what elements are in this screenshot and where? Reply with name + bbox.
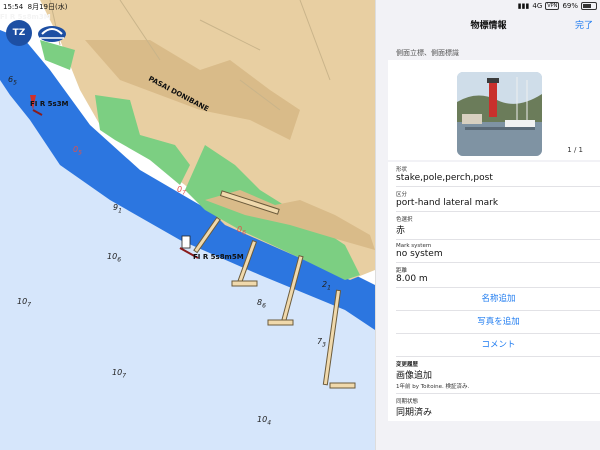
field-shape: 形状 stake,pole,perch,post [396, 162, 600, 187]
photo-counter: 1 / 1 [567, 146, 583, 154]
panel-title: 物標情報 [470, 21, 507, 31]
field-value: 8.00 m [396, 274, 428, 284]
battery-percent: 69% [562, 2, 578, 10]
field-label: Mark system [396, 243, 432, 249]
mark-photo[interactable] [457, 72, 542, 156]
field-history: 変更履歴 画像追加 1年前 by Toitoine. 検証済み. [396, 357, 600, 394]
done-button[interactable]: 完了 [575, 18, 593, 31]
field-mark-system: Mark system no system [396, 240, 600, 263]
depth-sounding: 91 [113, 203, 122, 215]
field-value: 同期済み [396, 408, 433, 418]
field-category: 区分 port-hand lateral mark [396, 187, 600, 212]
field-value: 赤 [396, 226, 406, 236]
depth-sounding: 21 [322, 280, 331, 292]
network-label: 4G [532, 2, 543, 10]
field-label: 形状 [396, 167, 408, 173]
field-label: 区分 [396, 192, 408, 198]
depth-sounding: 107 [112, 368, 127, 380]
depth-sounding: 73 [317, 337, 326, 349]
status-bar: 15:54 8月19日(水) [0, 0, 375, 12]
boat-icon[interactable] [36, 18, 68, 44]
add-photo-button[interactable]: 写真を追加 [396, 311, 600, 334]
battery-icon [581, 2, 597, 10]
nav-bar: 物標情報 完了 [376, 12, 600, 38]
depth-sounding: 65 [8, 75, 17, 87]
field-label: 色選択 [396, 217, 413, 223]
field-value: 画像追加 [396, 371, 433, 381]
history-detail: 1年前 by Toitoine. 検証済み. [396, 384, 470, 390]
depth-sounding: 06 [237, 225, 246, 237]
field-label: 同期状態 [396, 399, 419, 405]
field-sync: 同期状態 同期済み [396, 394, 600, 421]
field-value: no system [396, 249, 443, 259]
depth-sounding: 07 [177, 185, 186, 197]
comment-button[interactable]: コメント [396, 334, 600, 357]
depth-sounding: 104 [257, 415, 272, 427]
chart-canvas [0, 0, 375, 450]
section-header: 側面立標、側面標識 [396, 49, 459, 57]
field-label: 距離 [396, 268, 408, 274]
depth-sounding: 107 [17, 297, 32, 309]
attribute-list: 形状 stake,pole,perch,post 区分 port-hand la… [388, 162, 600, 421]
field-distance: 距離 8.00 m [396, 263, 600, 288]
object-info-panel: ▮▮▮ 4G VPN 69% 物標情報 完了 側面立標、側面標識 1 / 1 形… [375, 0, 600, 450]
status-time: 15:54 [3, 3, 24, 11]
field-color: 色選択 赤 [396, 212, 600, 240]
add-name-button[interactable]: 名称追加 [396, 288, 600, 311]
vpn-badge: VPN [545, 2, 560, 10]
status-bar-right: ▮▮▮ 4G VPN 69% [376, 0, 600, 12]
light-label-2: FI R 5s8m5M [193, 253, 244, 261]
photo-card [388, 60, 600, 160]
timezero-logo-button[interactable]: TZ [6, 20, 32, 46]
field-label: 変更履歴 [396, 362, 419, 368]
nautical-chart[interactable]: 15:54 8月19日(水) TZ PASAI DONIBANE FI R 5s… [0, 0, 375, 450]
light-label-1: FI R 5s3M [30, 100, 69, 108]
signal-icon: ▮▮▮ [517, 2, 530, 10]
status-date: 8月19日(水) [27, 3, 68, 11]
field-value: stake,pole,perch,post [396, 173, 493, 183]
depth-sounding: 106 [107, 252, 122, 264]
depth-sounding: 86 [257, 298, 266, 310]
field-value: port-hand lateral mark [396, 198, 499, 208]
depth-sounding: 05 [73, 145, 82, 157]
